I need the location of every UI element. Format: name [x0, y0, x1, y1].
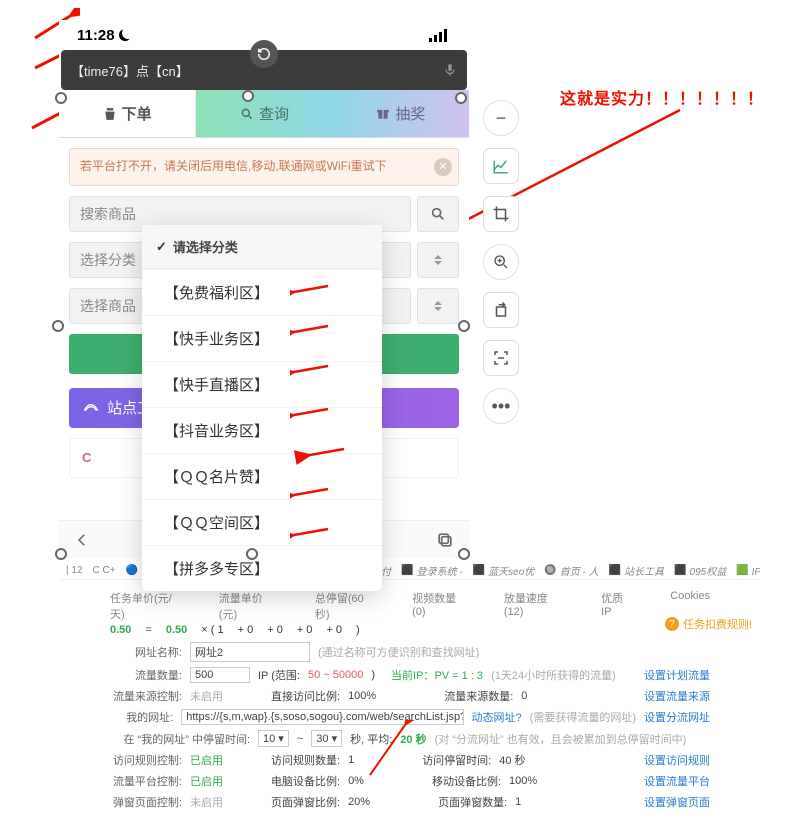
- url-bar[interactable]: 【time76】点【cn】: [61, 50, 467, 90]
- dropdown-item[interactable]: 【快手业务区】: [142, 315, 382, 361]
- back-icon[interactable]: [73, 531, 91, 549]
- tab-lotto[interactable]: 抽奖: [333, 90, 469, 137]
- link-pop[interactable]: 设置弹窗页面: [644, 794, 710, 810]
- tab-query[interactable]: 查询: [196, 90, 332, 137]
- url-text: 【time76】点【cn】: [71, 61, 189, 80]
- link-plat[interactable]: 设置流量平台: [644, 773, 710, 789]
- row-pop: 弹窗页面控制:未启用 页面弹窗比例:20% 页面弹窗数量:1 设置弹窗页面: [110, 794, 710, 810]
- dropdown-item[interactable]: 【抖音业务区】: [142, 407, 382, 453]
- bottom-panel: | 12C C+🔵百度一下, ⬛会员登录 -🟢zxyingxiao ⬛龙 | 支…: [60, 562, 760, 812]
- qty-input[interactable]: 500: [190, 667, 250, 683]
- row-qty: 流量数量: 500 IP (范围: 50 ~ 50000) 当前IP：PV = …: [110, 667, 710, 683]
- reload-icon[interactable]: [250, 40, 278, 68]
- crop-icon[interactable]: [483, 196, 519, 232]
- row-rule: 访问规则控制:已启用 访问规则数量:1 访问停留时间:40 秒 设置访问规则: [110, 752, 710, 768]
- caret-icon[interactable]: [417, 288, 459, 324]
- mic-icon[interactable]: [443, 61, 457, 79]
- signal-icon: [429, 28, 451, 42]
- category-dropdown: ✓请选择分类 【免费福利区】 【快手业务区】 【快手直播区】 【抖音业务区】 【…: [142, 225, 382, 591]
- close-icon[interactable]: ✕: [434, 158, 452, 176]
- link-plan[interactable]: 设置计划流量: [644, 667, 710, 683]
- trend-icon[interactable]: [483, 148, 519, 184]
- scan-icon[interactable]: [483, 340, 519, 376]
- minus-button[interactable]: −: [483, 100, 519, 136]
- headline: 这就是实力！！！！！！！: [560, 85, 764, 109]
- more-button[interactable]: •••: [483, 388, 519, 424]
- copy-icon[interactable]: [435, 530, 455, 550]
- equation: 0.50=0.50 × ( 1+ 0 + 0+ 0 + 0): [110, 624, 710, 636]
- fee-note[interactable]: ?任务扣费规则!: [665, 616, 752, 632]
- name-input[interactable]: 网址2: [190, 642, 310, 662]
- caret-icon[interactable]: [417, 242, 459, 278]
- main-tabs: 下单 查询 抽奖: [59, 90, 469, 138]
- row-src: 流量来源控制:未启用 直接访问比例:100% 流量来源数量:0 设置流量来源: [110, 688, 710, 704]
- alert: 若平台打不开，请关闭后用电信,移动,联通网或WiFi重试下✕: [69, 148, 459, 186]
- dropdown-item[interactable]: 【ＱＱ空间区】: [142, 499, 382, 545]
- rotate-icon[interactable]: [483, 292, 519, 328]
- tool-column: − •••: [483, 100, 519, 424]
- eq-header: 任务单价(元/天)流量单价(元)总停留(60秒) 视频数量(0)放量速度(12)…: [110, 590, 710, 622]
- dropdown-item[interactable]: 【快手直播区】: [142, 361, 382, 407]
- search-button[interactable]: [417, 196, 459, 232]
- row-url: 我的网址: https://{s,m,wap}.{s,soso,sogou}.c…: [110, 709, 710, 725]
- row-stay: 在 “我的网址” 中停留时间: 10 ▾ ~ 30 ▾ 秒, 平均:20 秒 (…: [110, 730, 710, 747]
- dropdown-item[interactable]: 【拼多多专区】: [142, 545, 382, 591]
- link-src[interactable]: 设置流量来源: [644, 688, 710, 704]
- link-rule[interactable]: 设置访问规则: [644, 752, 710, 768]
- url-input[interactable]: https://{s,m,wap}.{s,soso,sogou}.com/web…: [181, 709, 463, 725]
- dropdown-title: ✓请选择分类: [142, 225, 382, 269]
- moon-icon: [119, 29, 131, 41]
- row-plat: 流量平台控制:已启用 电脑设备比例:0% 移动设备比例:100% 设置流量平台: [110, 773, 710, 789]
- link-split[interactable]: 设置分流网址: [644, 709, 710, 725]
- time: 11:28: [77, 27, 115, 44]
- dropdown-item[interactable]: 【ＱＱ名片赞】: [142, 453, 382, 499]
- zoom-in-button[interactable]: [483, 244, 519, 280]
- tab-order[interactable]: 下单: [59, 90, 196, 137]
- dropdown-item[interactable]: 【免费福利区】: [142, 269, 382, 315]
- row-name: 网址名称: 网址2 (通过名称可方便识别和查找网址): [110, 642, 710, 662]
